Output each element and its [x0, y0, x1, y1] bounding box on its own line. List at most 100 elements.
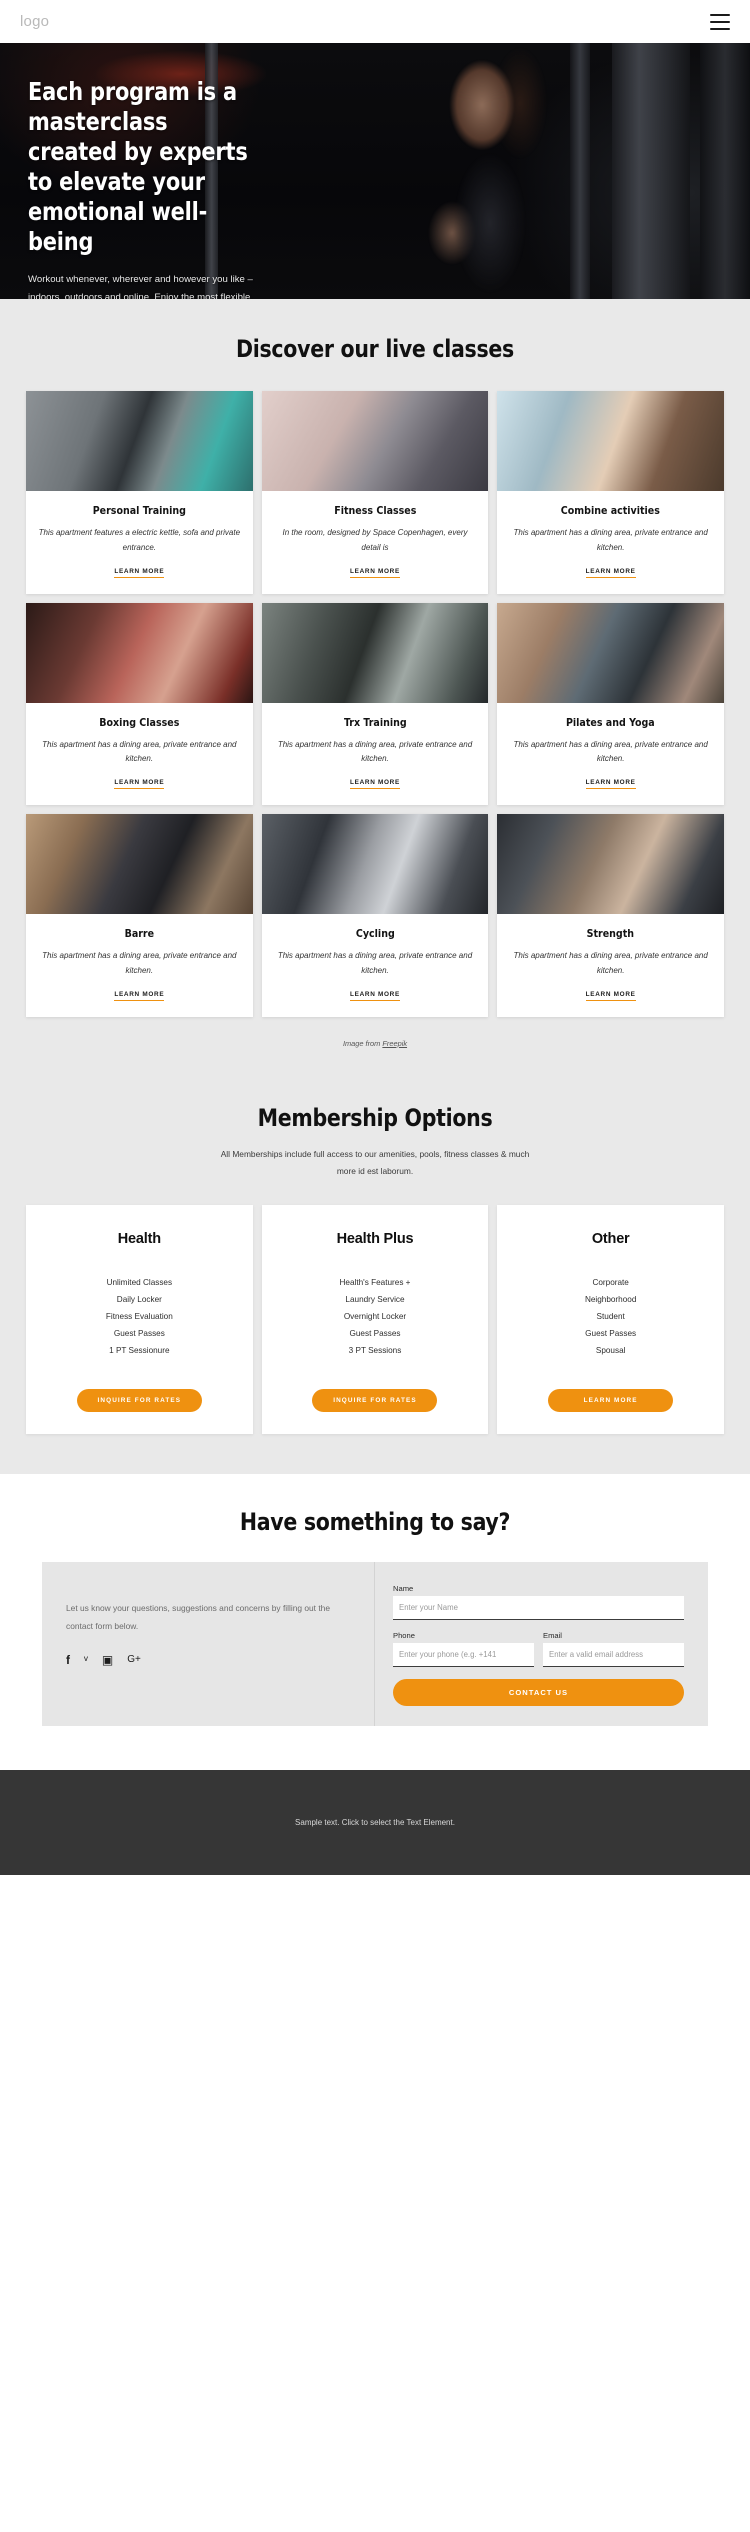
class-card-title: Fitness Classes: [333, 504, 417, 517]
class-card-image: [261, 391, 489, 491]
plan-feature: Guest Passes: [585, 1328, 637, 1338]
class-card-description: This apartment has a dining area, privat…: [513, 528, 708, 552]
class-card-image: [497, 391, 724, 491]
contact-form-wrapper: Let us know your questions, suggestions …: [42, 1562, 708, 1727]
instagram-icon[interactable]: ▣: [102, 1654, 113, 1666]
membership-section: Membership Options All Memberships inclu…: [0, 1069, 750, 1475]
plan-feature: 3 PT Sessions: [348, 1345, 402, 1355]
hero-section: Each program is a masterclass created by…: [0, 43, 750, 299]
classes-title: Discover our live classes: [236, 335, 514, 363]
phone-label: Phone: [393, 1631, 415, 1641]
class-card-title: Personal Training: [92, 504, 186, 517]
contact-us-button[interactable]: CONTACT US: [393, 1679, 684, 1707]
classes-grid: Personal Training This apartment features…: [26, 391, 724, 1017]
class-card-image: [261, 602, 489, 703]
class-card[interactable]: Combine activities This apartment has a d…: [497, 391, 724, 594]
plan-feature: Student: [596, 1312, 625, 1322]
plan-feature: Corporate: [592, 1278, 629, 1288]
class-card[interactable]: Boxing Classes This apartment has a dinin…: [26, 602, 253, 806]
class-card-title: Boxing Classes: [99, 715, 180, 729]
class-card-image: [26, 602, 253, 703]
class-card[interactable]: Trx Training This apartment has a dining …: [261, 602, 489, 806]
learn-more-link[interactable]: LEARN MORE: [114, 568, 165, 578]
contact-form: Name Phone Email CONTACT US: [375, 1562, 708, 1726]
membership-plan-card: Health Plus Health's Features + Laundry Se…: [261, 1205, 489, 1435]
class-card-image: [26, 814, 253, 915]
learn-more-link[interactable]: LEARN MORE: [350, 779, 400, 790]
membership-plan-card: Other Corporate Neighborhood Student Guest P…: [497, 1205, 724, 1435]
class-card-description: This apartment has a dining area, privat…: [513, 739, 708, 764]
learn-more-link[interactable]: LEARN MORE: [350, 991, 400, 1001]
plan-feature-list: Unlimited Classes Daily Locker Fitness Eva…: [38, 1275, 241, 1359]
class-card-description: This apartment has a dining area, privat…: [513, 951, 708, 975]
class-card-image: [26, 391, 253, 491]
class-card-title: Cycling: [355, 927, 395, 941]
hero-subtitle: Workout whenever, wherever and however y…: [28, 274, 253, 299]
contact-info: Let us know your questions, suggestions …: [42, 1562, 375, 1727]
class-card[interactable]: Fitness Classes In the room, designed by …: [261, 391, 489, 594]
class-card-image: [497, 814, 724, 915]
plan-feature: Spousal: [595, 1345, 626, 1355]
image-attribution: Image from Freepik: [0, 1039, 750, 1048]
class-card[interactable]: Pilates and Yoga This apartment has a din…: [497, 602, 724, 806]
site-header: logo: [0, 0, 750, 43]
footer-text: Sample text. Click to select the Text El…: [295, 1818, 455, 1828]
google-plus-icon[interactable]: G+: [127, 1654, 141, 1665]
plan-name: Health: [117, 1231, 161, 1248]
social-links: f ᵛ ▣ G+: [66, 1654, 350, 1666]
membership-title: Membership Options: [257, 1103, 493, 1132]
plan-feature: Fitness Evaluation: [105, 1312, 173, 1322]
classes-section: Discover our live classes Personal Train…: [0, 299, 750, 1070]
plan-cta-button[interactable]: INQUIRE FOR RATES: [76, 1389, 202, 1413]
learn-more-link[interactable]: LEARN MORE: [114, 991, 165, 1001]
class-card[interactable]: Cycling This apartment has a dining area,…: [261, 814, 489, 1017]
plan-feature: Daily Locker: [116, 1295, 162, 1305]
learn-more-link[interactable]: LEARN MORE: [350, 568, 400, 578]
class-card-description: This apartment has a dining area, privat…: [277, 739, 473, 764]
learn-more-link[interactable]: LEARN MORE: [114, 779, 165, 790]
plan-name: Health Plus: [336, 1231, 414, 1248]
hamburger-icon[interactable]: [710, 13, 730, 30]
plan-cta-button[interactable]: INQUIRE FOR RATES: [312, 1389, 438, 1413]
page-root: logo Each program is a masterclass creat…: [0, 0, 750, 1876]
class-card-title: Combine activities: [561, 504, 661, 517]
plan-feature: 1 PT Sessionure: [109, 1345, 170, 1355]
phone-input[interactable]: [393, 1643, 534, 1668]
freepik-link[interactable]: Freepik: [382, 1039, 407, 1048]
learn-more-link[interactable]: LEARN MORE: [585, 568, 636, 578]
email-label: Email: [543, 1631, 562, 1641]
plan-cta-button[interactable]: LEARN MORE: [548, 1389, 674, 1413]
plan-feature: Laundry Service: [345, 1295, 405, 1305]
class-card[interactable]: Personal Training This apartment features…: [26, 391, 253, 594]
class-card-title: Pilates and Yoga: [566, 715, 656, 729]
email-input[interactable]: [543, 1643, 684, 1668]
class-card-title: Trx Training: [343, 715, 407, 729]
class-card-description: This apartment has a dining area, privat…: [42, 739, 237, 764]
facebook-icon[interactable]: f: [66, 1654, 70, 1666]
name-input[interactable]: [393, 1596, 684, 1621]
logo[interactable]: logo: [20, 13, 49, 30]
plan-feature: Health's Features +: [339, 1278, 411, 1288]
twitter-icon[interactable]: ᵛ: [84, 1654, 88, 1666]
plan-feature: Neighborhood: [584, 1295, 637, 1305]
class-card-image: [261, 814, 489, 915]
attribution-text: Image from: [342, 1038, 383, 1048]
plan-feature: Guest Passes: [349, 1328, 401, 1338]
plans-grid: Health Unlimited Classes Daily Locker Fitne…: [26, 1205, 724, 1435]
learn-more-link[interactable]: LEARN MORE: [585, 779, 636, 790]
plan-feature: Overnight Locker: [343, 1312, 407, 1322]
contact-section: Have something to say? Let us know your …: [0, 1474, 750, 1771]
plan-feature-list: Corporate Neighborhood Student Guest Passes…: [509, 1275, 712, 1359]
plan-feature: Guest Passes: [113, 1328, 165, 1338]
contact-blurb: Let us know your questions, suggestions …: [66, 1603, 330, 1632]
class-card-description: This apartment has a dining area, privat…: [42, 951, 237, 975]
class-card-image: [497, 602, 724, 703]
plan-feature-list: Health's Features + Laundry Service Overni…: [274, 1275, 477, 1359]
class-card-description: This apartment has a dining area, privat…: [277, 951, 473, 975]
class-card[interactable]: Barre This apartment has a dining area, p…: [26, 814, 253, 1017]
membership-plan-card: Health Unlimited Classes Daily Locker Fitne…: [26, 1205, 253, 1435]
learn-more-link[interactable]: LEARN MORE: [585, 991, 636, 1001]
class-card[interactable]: Strength This apartment has a dining area…: [497, 814, 724, 1017]
contact-title: Have something to say?: [239, 1508, 511, 1537]
plan-name: Other: [591, 1231, 630, 1248]
